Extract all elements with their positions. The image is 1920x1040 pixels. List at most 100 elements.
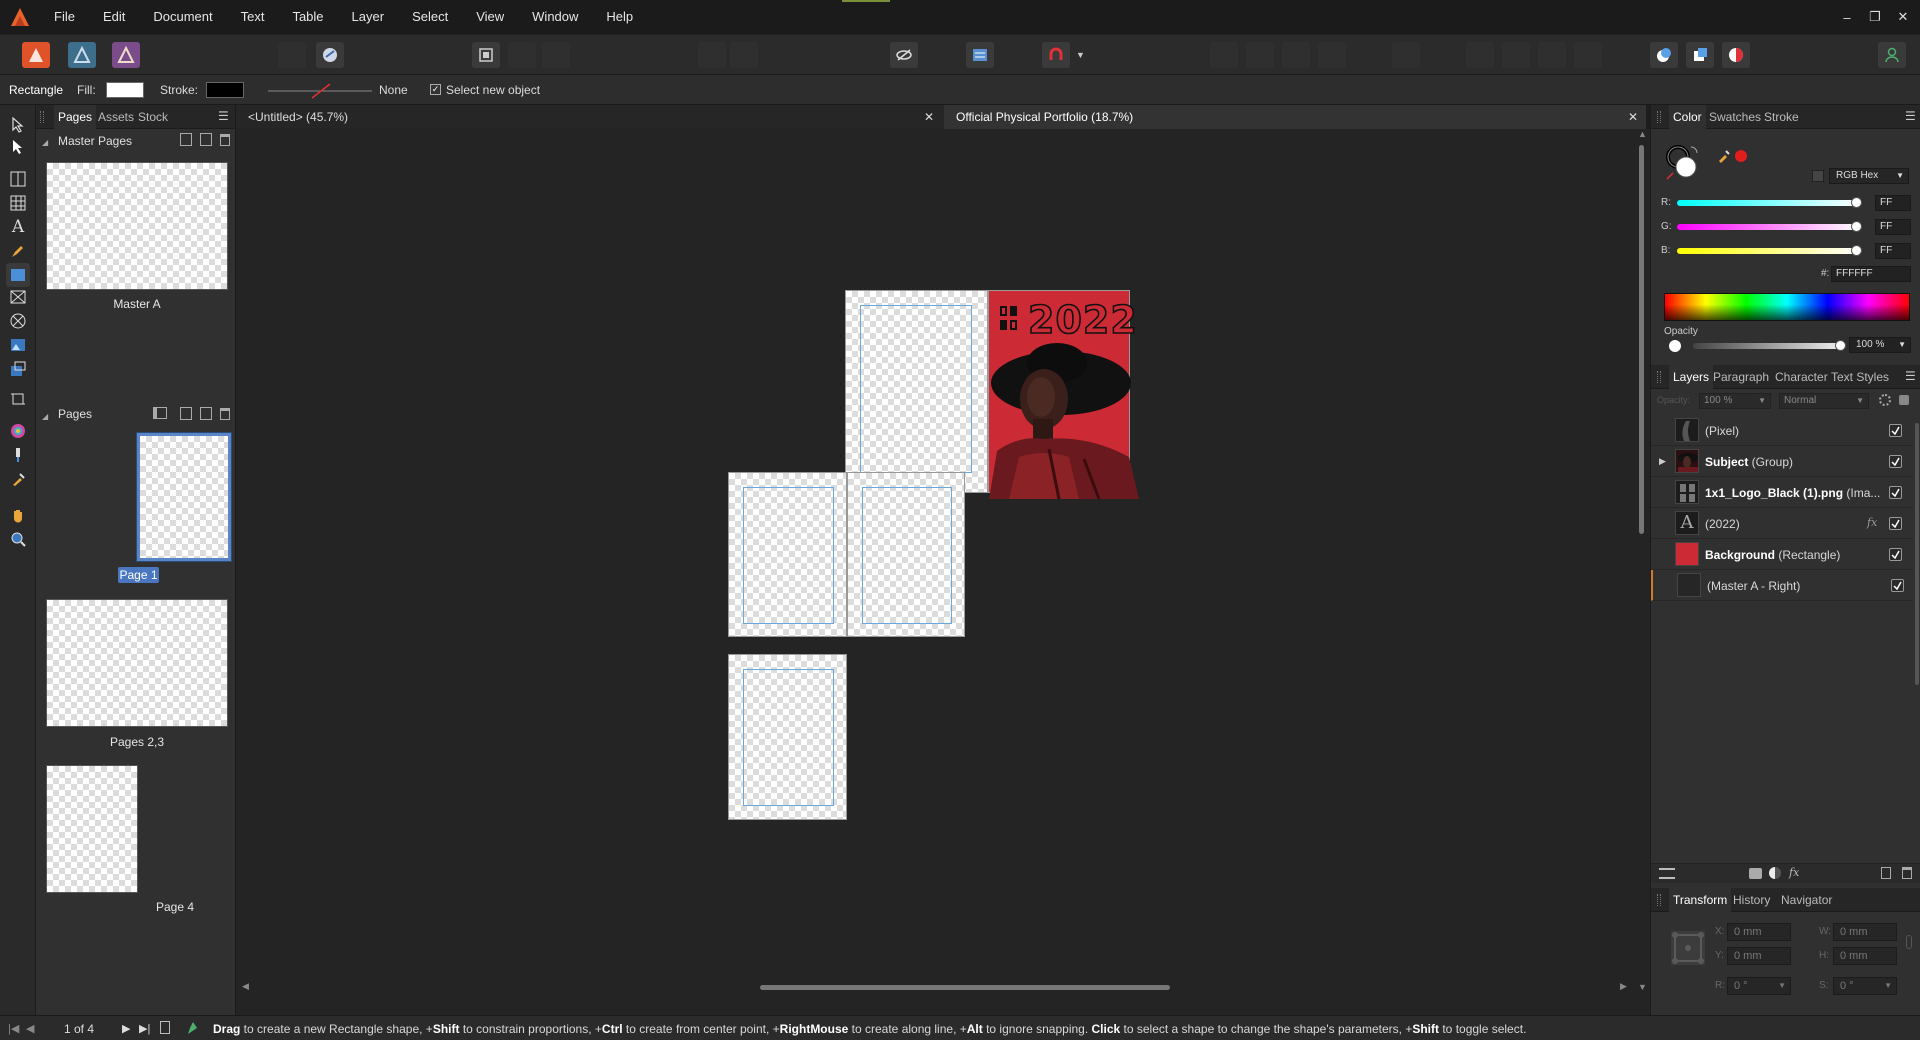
red-value[interactable]: FF: [1875, 195, 1911, 211]
last-page-icon[interactable]: ▶|: [139, 1022, 150, 1035]
photo-persona-icon[interactable]: [112, 42, 140, 68]
master-pages-collapse-icon[interactable]: ◢: [42, 138, 48, 147]
panel-grip-icon[interactable]: [40, 111, 44, 123]
document-canvas[interactable]: 2022 ◀ ▶: [236, 129, 1634, 998]
menu-table[interactable]: Table: [278, 0, 337, 34]
menu-help[interactable]: Help: [592, 0, 647, 34]
fx-icon[interactable]: fx: [1867, 516, 1877, 529]
layer-settings-gear-icon[interactable]: [1879, 394, 1891, 406]
layer-visibility-checkbox[interactable]: [1889, 424, 1902, 437]
layer-opacity-input[interactable]: 100 % ▼: [1699, 393, 1771, 409]
add-master-icon[interactable]: [180, 133, 192, 146]
picked-color-swatch[interactable]: [1735, 150, 1747, 162]
anchor-point-selector[interactable]: [1671, 931, 1705, 965]
flip-2-icon[interactable]: [1502, 42, 1530, 68]
scroll-left-icon[interactable]: ◀: [242, 981, 249, 992]
opacity-input[interactable]: 100 % ▼: [1849, 337, 1911, 353]
close-untitled-tab-icon[interactable]: ✕: [924, 110, 934, 124]
lock-icon[interactable]: [1812, 170, 1824, 182]
green-track[interactable]: [1677, 224, 1859, 230]
layer-visibility-checkbox[interactable]: [1889, 517, 1902, 530]
table-tool-icon[interactable]: [6, 191, 30, 215]
tab-history[interactable]: History: [1729, 888, 1774, 912]
blend-mode-select[interactable]: Normal ▼: [1779, 393, 1869, 409]
master-a-thumbnail[interactable]: [46, 162, 228, 290]
cross-frame-icon[interactable]: [542, 42, 570, 68]
rectangle-tool-icon[interactable]: [6, 263, 30, 287]
color-picker-tool-icon[interactable]: [6, 419, 30, 443]
close-portfolio-tab-icon[interactable]: ✕: [1628, 110, 1638, 124]
rectangle-frame-tool-icon[interactable]: [6, 285, 30, 309]
menu-layer[interactable]: Layer: [338, 0, 399, 34]
tab-layers[interactable]: Layers: [1669, 365, 1714, 389]
layer-row-subject[interactable]: ▶ Subject (Group): [1651, 446, 1913, 477]
menu-file[interactable]: File: [40, 0, 89, 34]
page-1-thumbnail[interactable]: [136, 432, 232, 562]
tab-pages[interactable]: Pages: [54, 105, 97, 129]
mask-layer-icon[interactable]: [1749, 868, 1762, 879]
boolean-add-icon[interactable]: [1650, 42, 1678, 68]
layer-visibility-checkbox[interactable]: [1889, 486, 1902, 499]
tab-transform[interactable]: Transform: [1669, 888, 1732, 912]
y-input[interactable]: 0 mm: [1727, 947, 1791, 965]
snapping-icon[interactable]: [1042, 42, 1070, 68]
first-page-icon[interactable]: |◀: [8, 1022, 19, 1035]
h-input[interactable]: 0 mm: [1833, 947, 1897, 965]
tab-navigator[interactable]: Navigator: [1777, 888, 1836, 912]
snapping-dropdown-icon[interactable]: ▼: [1076, 50, 1085, 60]
duplicate-master-icon[interactable]: [200, 133, 212, 146]
arrange-2-icon[interactable]: [1246, 42, 1274, 68]
w-input[interactable]: 0 mm: [1833, 923, 1897, 941]
rotation-input[interactable]: 0 ° ▼: [1727, 977, 1791, 995]
page-4[interactable]: [728, 654, 847, 820]
align-icon[interactable]: [1392, 42, 1420, 68]
text-frame-icon[interactable]: [966, 42, 994, 68]
add-page-icon[interactable]: [180, 407, 192, 420]
opacity-knob[interactable]: [1835, 340, 1846, 351]
red-knob[interactable]: [1851, 197, 1862, 208]
page-4-thumbnail[interactable]: [46, 765, 138, 893]
menu-text[interactable]: Text: [227, 0, 279, 34]
add-layer-icon[interactable]: [1881, 867, 1891, 879]
fill-stroke-selector[interactable]: [1665, 145, 1698, 180]
rotate-1-icon[interactable]: [1538, 42, 1566, 68]
tab-portfolio-document[interactable]: Official Physical Portfolio (18.7%): [944, 105, 1646, 129]
flip-1-icon[interactable]: [1466, 42, 1494, 68]
blue-slider[interactable]: B: FF: [1661, 243, 1911, 259]
ellipse-frame-tool-icon[interactable]: [6, 309, 30, 333]
arrange-4-icon[interactable]: [1318, 42, 1346, 68]
publisher-persona-icon[interactable]: [22, 42, 50, 68]
pages-2-3-thumbnail[interactable]: [46, 599, 228, 727]
red-track[interactable]: [1677, 200, 1859, 206]
boolean-intersect-icon[interactable]: [1722, 42, 1750, 68]
color-eyedropper-icon[interactable]: [1717, 149, 1731, 163]
layer-row-logo[interactable]: 1x1_Logo_Black (1).png (Ima...: [1651, 477, 1913, 508]
minimize-icon[interactable]: –: [1834, 0, 1860, 34]
page-spread-icon[interactable]: [160, 1021, 170, 1034]
delete-master-icon[interactable]: [220, 134, 230, 146]
tab-color[interactable]: Color: [1669, 105, 1706, 129]
expand-group-icon[interactable]: ▶: [1659, 456, 1666, 467]
crop-tool-icon[interactable]: [6, 387, 30, 411]
fill-tool-icon[interactable]: [6, 443, 30, 467]
color-mode-select[interactable]: RGB Hex ▼: [1829, 168, 1909, 184]
layer-visibility-checkbox[interactable]: [1889, 548, 1902, 561]
menu-window[interactable]: Window: [518, 0, 592, 34]
page-view-icon[interactable]: [153, 407, 167, 419]
restore-icon[interactable]: ❐: [1862, 0, 1888, 34]
color-spectrum[interactable]: [1664, 293, 1910, 321]
layer-row-background[interactable]: Background (Rectangle): [1651, 539, 1913, 570]
assistant-icon[interactable]: [316, 42, 344, 68]
artistic-text-tool-icon[interactable]: A: [6, 215, 30, 239]
node-tool-icon[interactable]: [6, 135, 30, 159]
panel-grip-icon[interactable]: [1657, 371, 1661, 383]
layers-panel-menu-icon[interactable]: ☰: [1905, 369, 1916, 383]
layer-visibility-checkbox[interactable]: [1891, 579, 1904, 592]
view-mode-icon[interactable]: [890, 42, 918, 68]
blue-knob[interactable]: [1851, 245, 1862, 256]
panel-grip-icon[interactable]: [1657, 111, 1661, 123]
page-3[interactable]: [847, 472, 965, 637]
layer-fx-icon[interactable]: fx: [1789, 866, 1799, 879]
tab-swatches[interactable]: Swatches: [1705, 105, 1765, 129]
vertical-scrollbar[interactable]: [1639, 145, 1644, 534]
